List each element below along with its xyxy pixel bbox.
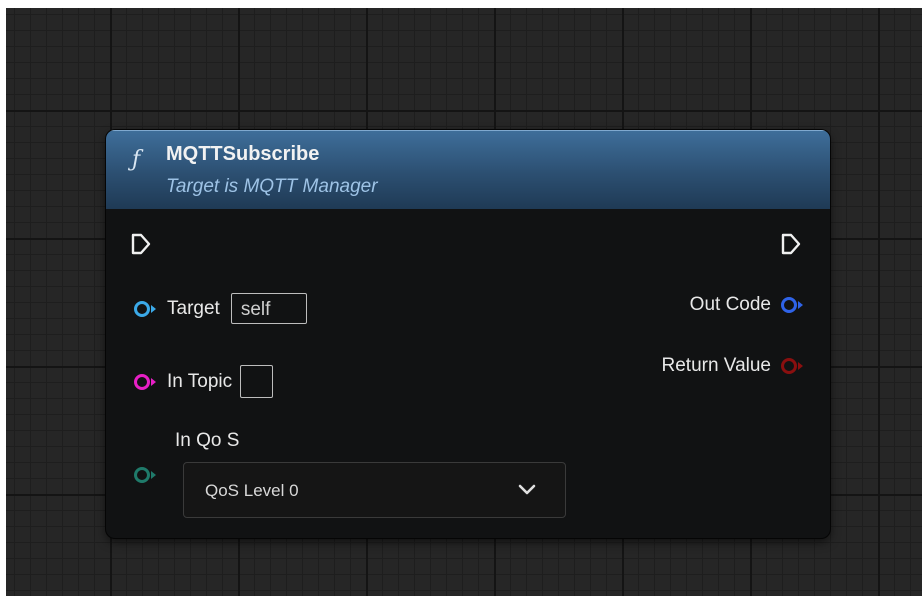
- in-topic-field[interactable]: [240, 365, 274, 398]
- return-value-pin[interactable]: Return Value: [662, 355, 807, 377]
- qos-dropdown[interactable]: QoS Level 0: [183, 462, 566, 518]
- in-topic-pin[interactable]: In Topic: [133, 365, 274, 398]
- target-default-field[interactable]: self: [230, 293, 307, 324]
- chevron-down-icon: [518, 484, 536, 495]
- return-value-label: Return Value: [661, 355, 772, 376]
- out-code-pin[interactable]: Out Code: [690, 294, 806, 316]
- target-pin[interactable]: Target self: [133, 293, 307, 324]
- target-label: Target: [167, 297, 220, 319]
- function-icon: ƒ: [132, 147, 141, 172]
- mqtt-subscribe-node[interactable]: ƒ MQTTSubscribe Target is MQTT Manager T…: [106, 130, 830, 538]
- exec-input-pin[interactable]: [130, 232, 152, 256]
- qos-selected-value: QoS Level 0: [205, 481, 299, 500]
- node-header[interactable]: ƒ MQTTSubscribe Target is MQTT Manager: [106, 130, 830, 209]
- in-qos-label: In Qo S: [175, 430, 240, 451]
- node-title: MQTTSubscribe: [166, 143, 320, 165]
- in-qos-pin[interactable]: [133, 465, 159, 485]
- enum-pin-icon: [134, 467, 156, 483]
- node-subtitle: Target is MQTT Manager: [166, 176, 378, 197]
- boolean-pin-icon: [781, 358, 803, 374]
- object-pin-icon: [134, 300, 156, 317]
- out-code-label: Out Code: [689, 294, 771, 315]
- in-topic-label: In Topic: [167, 370, 233, 392]
- exec-in-icon: [131, 233, 151, 255]
- exec-output-pin[interactable]: [780, 232, 802, 256]
- string-pin-icon: [134, 373, 156, 390]
- integer-pin-icon: [781, 297, 803, 313]
- exec-out-icon: [781, 233, 801, 255]
